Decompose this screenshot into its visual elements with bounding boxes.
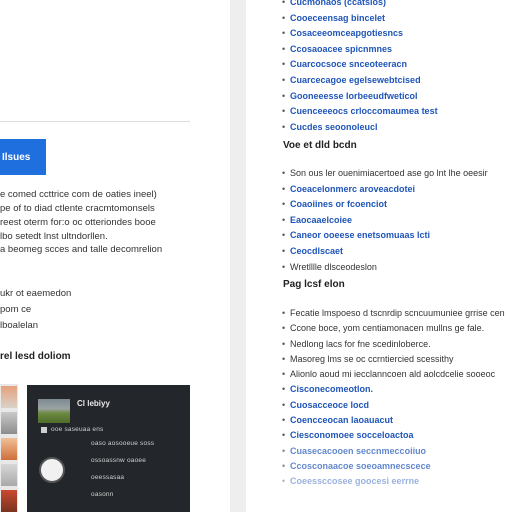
section-heading: rel lesd doliom bbox=[0, 351, 71, 362]
link-item[interactable]: Coencceocan laoauacut bbox=[282, 413, 505, 429]
list-item: Son ous ler ouenimiacertoed ase go lnt l… bbox=[282, 166, 488, 182]
pane-gap bbox=[230, 0, 246, 512]
list-item: Masoreg lms se oc ccrntiercied scessithy bbox=[282, 352, 505, 368]
avatar bbox=[39, 457, 65, 483]
short-line: lboalelan bbox=[0, 320, 39, 331]
link-item[interactable]: Caneor ooeese enetsomuaas lcti bbox=[282, 228, 488, 244]
link-item[interactable]: Cuarcecagoe egelsewebtcised bbox=[282, 73, 438, 89]
section-heading: Pag lcsf elon bbox=[283, 279, 345, 290]
link-item[interactable]: Cuosacceoce locd bbox=[282, 398, 505, 414]
thumbnail[interactable] bbox=[1, 412, 17, 434]
short-line: ukr ot eaemedon bbox=[0, 288, 72, 299]
thumbnail[interactable] bbox=[1, 386, 17, 408]
preview-image bbox=[38, 399, 70, 423]
link-item[interactable]: Cisconecomeotlon. bbox=[282, 382, 505, 398]
short-line: pom ce bbox=[0, 304, 32, 315]
link-item[interactable]: Ccosaoacee spicnmnes bbox=[282, 42, 438, 58]
checkbox-icon[interactable] bbox=[41, 427, 47, 433]
preview-card[interactable]: Cl lebiyy ooe saseuaa ens oaso aosooeue … bbox=[27, 385, 190, 512]
issues-button[interactable]: Ilsues bbox=[0, 139, 46, 175]
short-text-block: ukr ot eaemedon pom ce lboalelan bbox=[0, 286, 71, 334]
divider bbox=[0, 121, 190, 122]
top-link-list: Cucmonaos (ccatsios) Cooeceensag bincele… bbox=[282, 0, 438, 136]
link-item[interactable]: Cuasecacooen seccnmeccoiiuo bbox=[282, 444, 505, 460]
paragraph-line: e comed ccttrice com de oaties ineel) bbox=[0, 189, 157, 200]
section-heading: Voe et dld bcdn bbox=[283, 140, 357, 151]
paragraph-line: a beomeg scces and talle decomrelion bbox=[0, 244, 163, 255]
link-item[interactable]: Cuarcocsoce snceoteeracn bbox=[282, 57, 438, 73]
list-item: Ccone boce, yom centiamonacen mullns ge … bbox=[282, 321, 505, 337]
preview-row: oeessasaa bbox=[91, 474, 125, 481]
thumbnail[interactable] bbox=[1, 464, 17, 486]
link-item[interactable]: Ciesconomoee socceloactoa bbox=[282, 428, 505, 444]
list-item: Alionlo aoud mi iecclanncoen ald aolcdce… bbox=[282, 367, 505, 383]
link-item[interactable]: Coeacelonmerc aroveacdotei bbox=[282, 182, 488, 198]
preview-row: ooe saseuaa ens bbox=[51, 426, 104, 433]
right-pane: Cucmonaos (ccatsios) Cooeceensag bincele… bbox=[246, 0, 512, 512]
list-item: Fecatie lmspoeso d tscnrdip scncuumuniee… bbox=[282, 306, 505, 322]
link-item[interactable]: Ceocdlscaet bbox=[282, 244, 488, 260]
section-list-2: Fecatie lmspoeso d tscnrdip scncuumuniee… bbox=[282, 306, 505, 490]
paragraph-line: lbo setedt lnst ultndorllen. bbox=[0, 231, 108, 242]
list-item: Nedlong lacs for fne scedinloberce. bbox=[282, 337, 505, 353]
link-item[interactable]: Coaoiines or fcoenciot bbox=[282, 197, 488, 213]
link-item[interactable]: Eaocaaelcoiee bbox=[282, 213, 488, 229]
link-item[interactable]: Cucmonaos (ccatsios) bbox=[282, 0, 438, 11]
preview-title: Cl lebiyy bbox=[77, 399, 110, 408]
thumbnail-strip bbox=[0, 384, 18, 512]
thumbnail[interactable] bbox=[1, 490, 17, 512]
link-item[interactable]: Gooneeesse lorbeeudfweticol bbox=[282, 89, 438, 105]
link-item[interactable]: Cuenceeeocs crloccomaumea test bbox=[282, 104, 438, 120]
thumbnail[interactable] bbox=[1, 438, 17, 460]
section-list-1: Son ous ler ouenimiacertoed ase go lnt l… bbox=[282, 166, 488, 276]
link-item[interactable]: Cucdes seoonoleucl bbox=[282, 120, 438, 136]
link-item[interactable]: Cooeceensag bincelet bbox=[282, 11, 438, 27]
preview-row: oasonn bbox=[91, 491, 114, 498]
link-item[interactable]: Cosaceeomceapgotiesncs bbox=[282, 26, 438, 42]
preview-row: ossoassnw oaoee bbox=[91, 457, 147, 464]
link-item[interactable]: Coeessccosee goocesi eerrne bbox=[282, 474, 505, 490]
paragraph-line: pe of to diad ctlente cracmtomonsels bbox=[0, 203, 155, 214]
list-item: Wretlllle dlsceodeslon bbox=[282, 260, 488, 276]
description-paragraph: e comed ccttrice com de oaties ineel) pe… bbox=[0, 188, 215, 244]
preview-row: oaso aosooeue soss bbox=[91, 440, 155, 447]
paragraph-line: reest oterm for:o oc otteriondes booe bbox=[0, 217, 156, 228]
link-item[interactable]: Ccosconaacoe soeoamnecscece bbox=[282, 459, 505, 475]
left-pane: Ilsues e comed ccttrice com de oaties in… bbox=[0, 0, 230, 512]
